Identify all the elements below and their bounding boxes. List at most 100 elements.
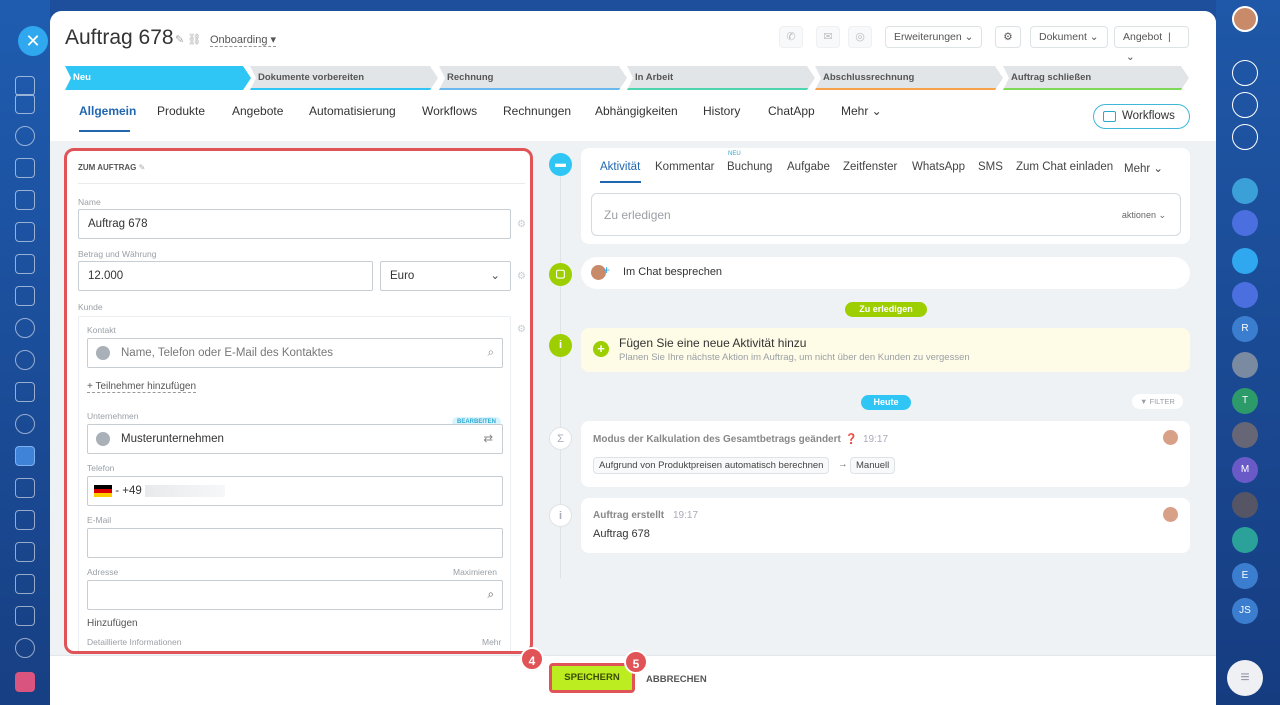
goal-icon[interactable] bbox=[15, 414, 35, 434]
stage-final-invoice[interactable]: Abschlussrechnung bbox=[815, 66, 1003, 90]
store-icon[interactable] bbox=[15, 542, 35, 562]
calendar-icon[interactable] bbox=[15, 158, 35, 178]
group-chat-icon[interactable] bbox=[1232, 527, 1258, 553]
name-input[interactable]: Auftrag 678 bbox=[78, 209, 511, 239]
maximize-link[interactable]: Maximieren bbox=[453, 567, 497, 577]
tab-invoices[interactable]: Rechnungen bbox=[503, 104, 571, 118]
stage-in-progress[interactable]: In Arbeit bbox=[627, 66, 815, 90]
avatar-e[interactable]: E bbox=[1232, 563, 1258, 589]
users-icon[interactable] bbox=[15, 318, 35, 338]
tab-more[interactable]: Mehr ⌄ bbox=[841, 104, 882, 118]
tab-more[interactable]: Mehr ⌄ bbox=[1124, 161, 1163, 175]
mail-icon[interactable]: ✉ bbox=[816, 26, 840, 48]
address-input[interactable]: ⌕ bbox=[87, 580, 503, 610]
robot-icon[interactable] bbox=[15, 574, 35, 594]
chat-icon[interactable] bbox=[15, 126, 35, 146]
offer-button[interactable]: Angebot | ⌄ bbox=[1114, 26, 1189, 63]
stage-invoice[interactable]: Rechnung bbox=[439, 66, 627, 90]
category-selector[interactable]: Onboarding ▾ bbox=[210, 33, 277, 47]
inbox-icon[interactable] bbox=[15, 76, 35, 96]
add-link[interactable]: Hinzufügen bbox=[87, 618, 138, 629]
amount-input[interactable]: 12.000 bbox=[78, 261, 373, 291]
avatar-t[interactable]: T bbox=[1232, 388, 1258, 414]
tab-task[interactable]: Aufgabe bbox=[787, 161, 830, 173]
close-icon[interactable]: ✕ bbox=[18, 26, 48, 56]
analytics-icon[interactable] bbox=[15, 478, 35, 498]
chat-icon[interactable]: ◎ bbox=[848, 26, 872, 48]
document-button[interactable]: Dokument ⌄ bbox=[1030, 26, 1108, 48]
currency-select[interactable]: Euro ⌄ bbox=[380, 261, 511, 291]
tab-offers[interactable]: Angebote bbox=[232, 104, 283, 118]
company-input[interactable]: Musterunternehmen ⇄ bbox=[87, 424, 503, 454]
gear-icon-3[interactable]: ⚙ bbox=[517, 324, 526, 335]
tab-booking[interactable]: Buchung bbox=[727, 161, 772, 173]
gear-icon[interactable]: ⚙ bbox=[995, 26, 1021, 48]
tab-sms[interactable]: SMS bbox=[978, 161, 1003, 173]
author-avatar-2[interactable] bbox=[1163, 507, 1178, 522]
tasks-icon[interactable] bbox=[15, 222, 35, 242]
tab-products[interactable]: Produkte bbox=[157, 104, 205, 118]
gear-icon-2[interactable]: ⚙ bbox=[517, 271, 526, 282]
actions-dropdown[interactable]: aktionen ⌄ bbox=[1122, 210, 1166, 221]
add-activity-card[interactable]: + Fügen Sie eine neue Aktivität hinzu Pl… bbox=[581, 328, 1190, 372]
bell-icon[interactable] bbox=[1232, 60, 1258, 86]
crm-icon[interactable] bbox=[15, 446, 35, 466]
presentation-icon[interactable] bbox=[15, 382, 35, 402]
user-avatar[interactable] bbox=[1232, 6, 1258, 32]
phone-input[interactable]: - +49 bbox=[87, 476, 503, 506]
user-photo-avatar[interactable] bbox=[1232, 422, 1258, 448]
cancel-button[interactable]: ABBRECHEN bbox=[646, 674, 707, 685]
tab-workflows[interactable]: Workflows bbox=[422, 104, 477, 118]
avatar-js[interactable]: JS bbox=[1232, 598, 1258, 624]
drive-icon[interactable] bbox=[15, 254, 35, 274]
building-icon[interactable] bbox=[15, 606, 35, 626]
contact-search-input[interactable]: Name, Telefon oder E-Mail des Kontaktes … bbox=[87, 338, 503, 368]
tab-history[interactable]: History bbox=[703, 104, 740, 118]
save-button[interactable]: SPEICHERN bbox=[549, 663, 635, 693]
phone-icon[interactable]: ✆ bbox=[779, 26, 803, 48]
mail-icon[interactable] bbox=[15, 286, 35, 306]
tab-whatsapp[interactable]: WhatsApp bbox=[912, 161, 965, 173]
tab-comment[interactable]: Kommentar bbox=[655, 161, 714, 173]
avatar-m[interactable]: M bbox=[1232, 457, 1258, 483]
workflows-button[interactable]: Workflows bbox=[1093, 104, 1190, 129]
feed-icon[interactable] bbox=[15, 94, 35, 114]
group-avatar[interactable] bbox=[1232, 352, 1258, 378]
pulse-icon[interactable] bbox=[1232, 92, 1258, 118]
tab-activity[interactable]: Aktivität bbox=[600, 161, 640, 173]
tab-invite-chat[interactable]: Zum Chat einladen bbox=[1016, 161, 1113, 173]
author-avatar[interactable] bbox=[1163, 430, 1178, 445]
filter-button[interactable]: ▼ FILTER bbox=[1132, 394, 1183, 409]
edit-title-icon[interactable]: ✎ ⛓ bbox=[175, 33, 201, 46]
more-link[interactable]: Mehr bbox=[482, 637, 501, 647]
search-app-icon[interactable] bbox=[1232, 178, 1258, 204]
stage-documents[interactable]: Dokumente vorbereiten bbox=[250, 66, 438, 90]
tab-chatapp[interactable]: ChatApp bbox=[768, 104, 815, 118]
chat-discuss-card[interactable]: + Im Chat besprechen bbox=[581, 257, 1190, 289]
copilot-icon[interactable] bbox=[1232, 210, 1258, 236]
plus-circle-icon[interactable]: + bbox=[593, 341, 609, 357]
messenger-icon[interactable] bbox=[1232, 248, 1258, 274]
cart-icon[interactable] bbox=[15, 510, 35, 530]
gear-icon[interactable]: ⚙ bbox=[517, 219, 526, 230]
avatar-r[interactable]: R bbox=[1232, 316, 1258, 342]
copilot2-icon[interactable] bbox=[1232, 282, 1258, 308]
target-icon[interactable] bbox=[15, 350, 35, 370]
swap-icon[interactable]: ⇄ bbox=[483, 425, 493, 453]
todo-input[interactable]: Zu erledigen aktionen ⌄ bbox=[591, 193, 1181, 236]
user-photo-avatar-2[interactable] bbox=[1232, 492, 1258, 518]
german-flag-icon[interactable] bbox=[94, 484, 112, 497]
tab-general[interactable]: Allgemein bbox=[79, 104, 136, 118]
document-icon[interactable] bbox=[15, 190, 35, 210]
email-input[interactable] bbox=[87, 528, 503, 558]
settings-icon[interactable] bbox=[15, 638, 35, 658]
app-icon[interactable] bbox=[15, 672, 35, 692]
tab-dependencies[interactable]: Abhängigkeiten bbox=[595, 104, 678, 118]
stage-close[interactable]: Auftrag schließen bbox=[1003, 66, 1189, 90]
section-edit-icon[interactable]: ✎ bbox=[139, 163, 146, 172]
tab-automation[interactable]: Automatisierung bbox=[309, 104, 396, 118]
help-icon[interactable]: ❓ bbox=[845, 434, 857, 445]
tab-timeslot[interactable]: Zeitfenster bbox=[843, 161, 897, 173]
chat-bubble-icon[interactable] bbox=[1232, 124, 1258, 150]
extensions-button[interactable]: Erweiterungen ⌄ bbox=[885, 26, 983, 48]
